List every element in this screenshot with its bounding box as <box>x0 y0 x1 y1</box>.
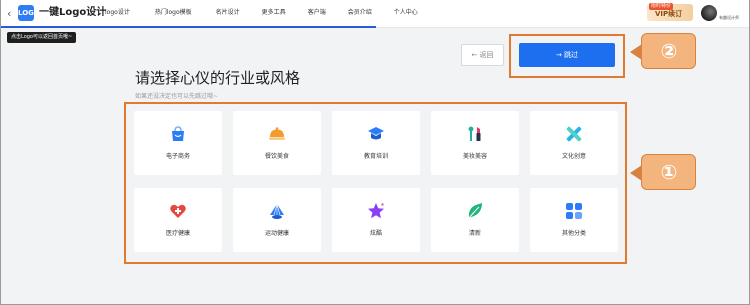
callout-2-tail <box>630 44 642 60</box>
pencil-ruler-icon <box>565 125 583 143</box>
shuttlecock-icon <box>268 202 286 220</box>
leaf-icon <box>466 202 484 220</box>
category-card-sports[interactable]: 运动健康 <box>233 188 321 252</box>
category-card-culture[interactable]: 文化创意 <box>530 111 618 175</box>
category-card-cool[interactable]: 炫酷 <box>332 188 420 252</box>
category-card-other[interactable]: 其他分类 <box>530 188 618 252</box>
category-label: 文化创意 <box>561 153 586 160</box>
medical-heart-icon <box>169 202 187 220</box>
category-card-education[interactable]: 教育培训 <box>332 111 420 175</box>
brand-title[interactable]: 一键Logo设计 <box>39 6 106 20</box>
vip-renew-button[interactable]: 限时特价 VIP续订 <box>647 3 693 21</box>
category-label: 医疗健康 <box>165 230 190 237</box>
app-frame: ‹ LOGO 一键Logo设计 logo设计 热门logo模板 名片设计 更多工… <box>0 0 750 305</box>
vip-sale-tag: 限时特价 <box>649 3 674 10</box>
category-card-food[interactable]: 餐饮美食 <box>233 111 321 175</box>
category-label: 电子商务 <box>165 153 190 160</box>
graduation-cap-icon <box>367 125 385 143</box>
page-title: 请选择心仪的行业或风格 <box>135 69 301 87</box>
category-label: 炫酷 <box>369 230 382 237</box>
back-button[interactable]: ← 返回 <box>461 44 504 66</box>
nav-progress-underline <box>1 26 376 28</box>
category-card-beauty[interactable]: 美妆美容 <box>431 111 519 175</box>
top-navigation-bar: ‹ LOGO 一键Logo设计 logo设计 热门logo模板 名片设计 更多工… <box>1 0 749 28</box>
category-label: 运动健康 <box>264 230 289 237</box>
callout-2-number: ② <box>660 39 678 63</box>
site-logo[interactable]: LOGO <box>18 5 40 21</box>
category-label: 餐饮美食 <box>264 153 289 160</box>
nav-item-membership[interactable]: 会员介绍 <box>348 8 372 18</box>
callout-1: ① <box>630 154 696 190</box>
user-avatar[interactable] <box>701 5 717 21</box>
nav-item-hot-templates[interactable]: 热门logo模板 <box>155 8 192 18</box>
callout-2: ② <box>630 33 696 69</box>
nav-item-business-card[interactable]: 名片设计 <box>216 8 240 18</box>
category-label: 清新 <box>468 230 481 237</box>
category-card-ecommerce[interactable]: 电子商务 <box>134 111 222 175</box>
nav-item-user-center[interactable]: 个人中心 <box>394 8 418 18</box>
category-card-medical[interactable]: 医疗健康 <box>134 188 222 252</box>
category-label: 其他分类 <box>561 230 586 237</box>
category-label: 教育培训 <box>363 153 388 160</box>
callout-1-number: ① <box>660 160 678 184</box>
main-nav: logo设计 热门logo模板 名片设计 更多工具 客户端 会员介绍 个人中心 <box>105 8 418 18</box>
callout-1-tail <box>630 165 642 181</box>
shopping-bag-icon <box>169 125 187 143</box>
user-name: 有趣设计师 <box>719 15 739 20</box>
category-label: 美妆美容 <box>462 153 487 160</box>
skip-button[interactable]: → 跳过 <box>519 43 615 67</box>
browser-back-icon[interactable]: ‹ <box>7 7 17 21</box>
grid-icon <box>565 202 583 220</box>
nav-item-logo-design[interactable]: logo设计 <box>105 8 130 18</box>
page-subtitle: 如果还没决定也可以先跳过哦~ <box>135 93 219 100</box>
vip-label: VIP续订 <box>655 10 683 18</box>
food-cloche-icon <box>268 125 286 143</box>
category-card-fresh[interactable]: 清新 <box>431 188 519 252</box>
nav-item-client[interactable]: 客户端 <box>308 8 326 18</box>
lipstick-icon <box>466 125 484 143</box>
logo-tooltip: 点击Logo可以返回首页哦~ <box>7 32 77 43</box>
star-icon <box>367 202 385 220</box>
nav-item-more-tools[interactable]: 更多工具 <box>262 8 286 18</box>
